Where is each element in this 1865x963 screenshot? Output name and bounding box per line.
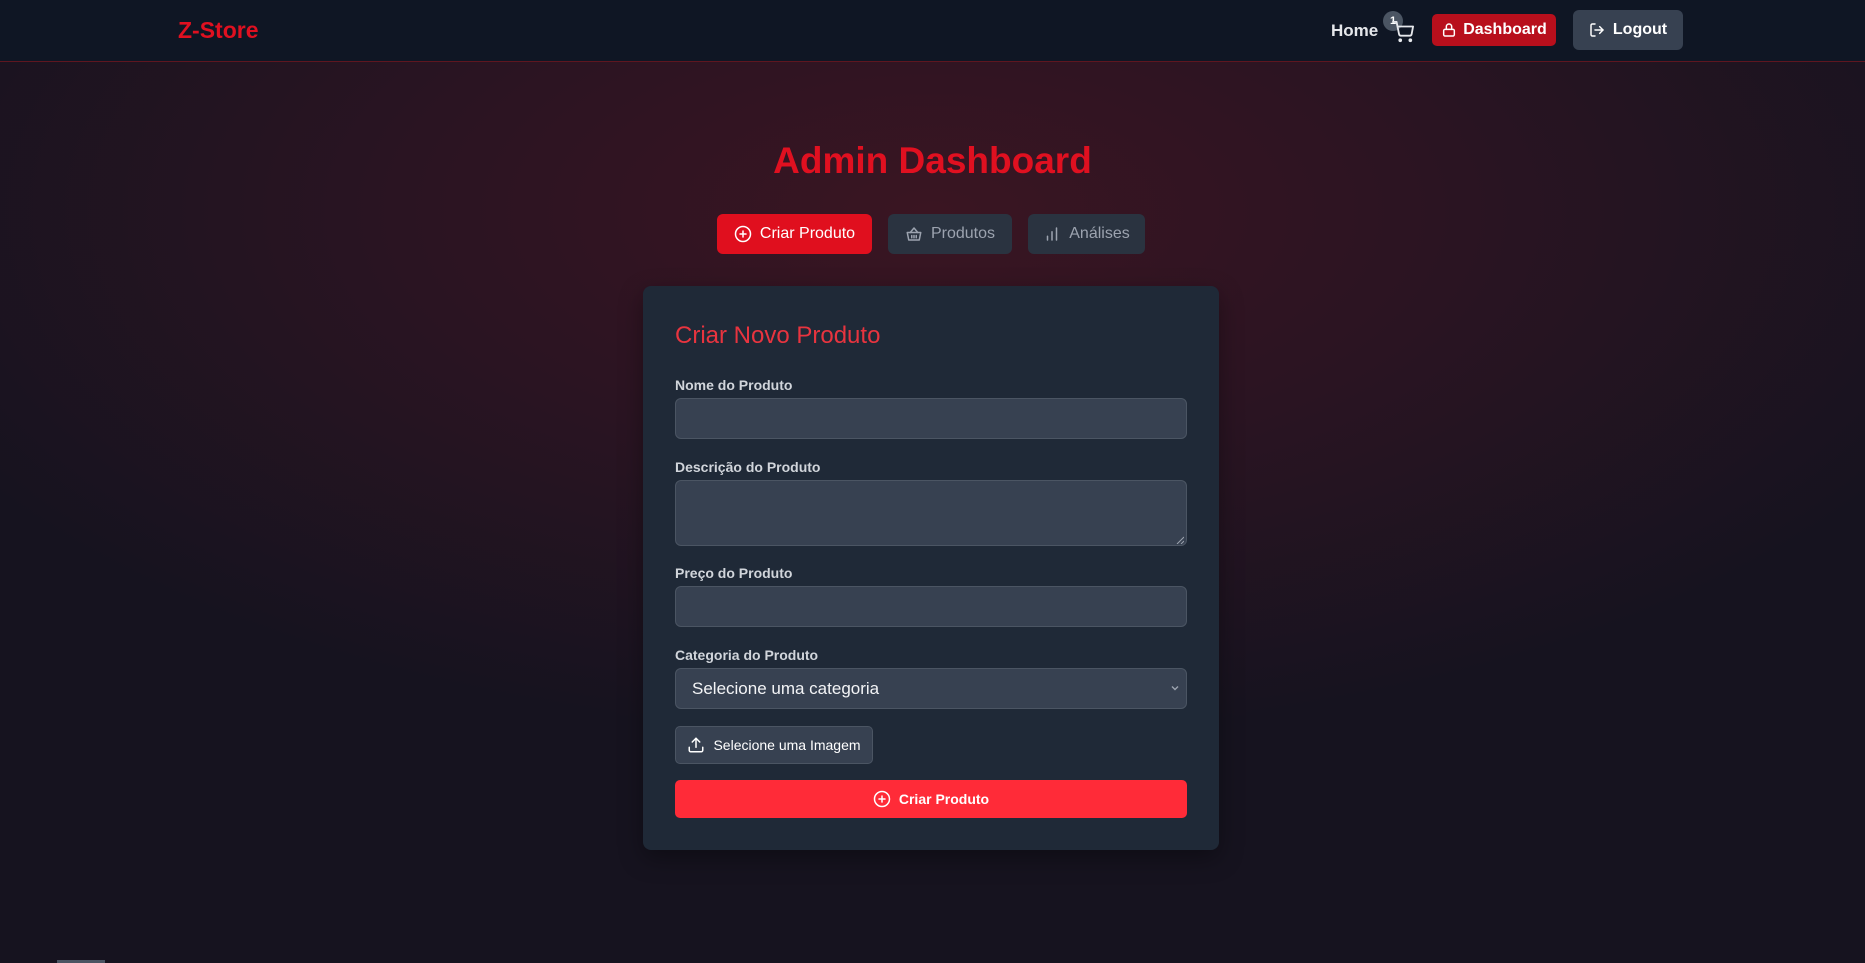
tab-label: Análises bbox=[1069, 225, 1130, 242]
upload-image-label: Selecione uma Imagem bbox=[713, 737, 861, 753]
plus-circle-icon bbox=[873, 790, 891, 808]
product-name-input[interactable] bbox=[675, 398, 1187, 439]
upload-image-button[interactable]: Selecione uma Imagem bbox=[675, 726, 873, 764]
tab-criar-produto[interactable]: Criar Produto bbox=[717, 214, 872, 254]
resize-handle-icon[interactable] bbox=[1176, 536, 1184, 544]
logout-button[interactable]: Logout bbox=[1573, 10, 1683, 50]
product-name-label: Nome do Produto bbox=[675, 377, 793, 393]
create-product-card: Criar Novo Produto Nome do Produto Descr… bbox=[643, 286, 1219, 850]
product-price-input[interactable] bbox=[675, 586, 1187, 627]
chevron-down-icon bbox=[1170, 683, 1180, 693]
product-category-label: Categoria do Produto bbox=[675, 647, 819, 663]
submit-button-label: Criar Produto bbox=[898, 791, 990, 807]
product-category-select[interactable]: Selecione uma categoria bbox=[675, 668, 1187, 709]
tab-label: Produtos bbox=[930, 225, 996, 242]
bar-chart-icon bbox=[1043, 225, 1061, 243]
category-selected-value: Selecione uma categoria bbox=[692, 679, 880, 698]
basket-icon bbox=[905, 225, 923, 243]
tab-analises[interactable]: Análises bbox=[1028, 214, 1145, 254]
dashboard-button[interactable]: Dashboard bbox=[1432, 14, 1556, 46]
navbar: Z-Store Home 1 Dashboard Logout bbox=[0, 0, 1865, 62]
product-price-label: Preço do Produto bbox=[675, 565, 793, 581]
page-title: Admin Dashboard bbox=[773, 140, 1092, 181]
dashboard-button-label: Dashboard bbox=[1463, 21, 1547, 38]
create-product-submit-button[interactable]: Criar Produto bbox=[675, 780, 1187, 818]
plus-circle-icon bbox=[734, 225, 752, 243]
form-title: Criar Novo Produto bbox=[675, 322, 881, 349]
product-description-label: Descrição do Produto bbox=[675, 459, 821, 475]
logout-icon bbox=[1589, 22, 1605, 38]
tab-produtos[interactable]: Produtos bbox=[888, 214, 1012, 254]
tab-label: Criar Produto bbox=[759, 225, 856, 242]
brand-logo-link[interactable]: Z-Store bbox=[178, 17, 259, 44]
upload-icon bbox=[687, 736, 705, 754]
lock-icon bbox=[1441, 22, 1457, 38]
cart-icon[interactable] bbox=[1392, 21, 1414, 43]
product-description-textarea[interactable] bbox=[675, 480, 1187, 546]
nav-home-link[interactable]: Home bbox=[1331, 21, 1378, 41]
logout-button-label: Logout bbox=[1612, 21, 1668, 38]
